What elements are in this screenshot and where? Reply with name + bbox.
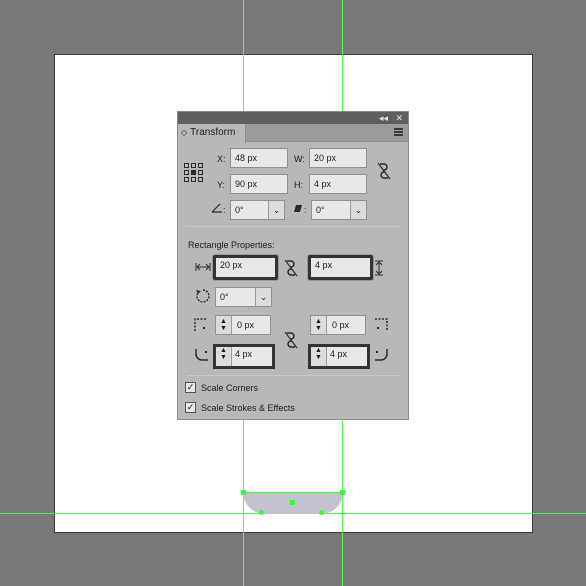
corner-top-left-field[interactable]: ▲ ▼ 0 px	[215, 315, 271, 335]
stepper-icon[interactable]: ▲ ▼	[216, 347, 232, 366]
transform-panel: ◂◂ ✕ ◇ Transform X: 48 px W: 20 px Y: 90 …	[177, 111, 409, 420]
x-field[interactable]: 48 px	[230, 148, 288, 168]
w-label: W:	[294, 154, 305, 164]
tab-label: Transform	[190, 127, 236, 138]
reference-point-icon[interactable]	[183, 162, 203, 182]
y-label: Y:	[217, 180, 226, 190]
panel-title-bar[interactable]: ◂◂ ✕	[178, 112, 408, 124]
rect-link-icon[interactable]	[284, 259, 298, 277]
separator	[186, 226, 400, 227]
shear-dropdown[interactable]: 0° ⌄	[311, 200, 367, 220]
angle-icon	[211, 203, 222, 213]
angle-value: 0°	[235, 205, 244, 215]
shear-value: 0°	[316, 205, 325, 215]
close-icon[interactable]: ✕	[395, 112, 403, 124]
rotate-icon	[196, 289, 210, 303]
panel-menu-icon[interactable]	[394, 128, 403, 136]
w-field[interactable]: 20 px	[309, 148, 367, 168]
corners-link-icon[interactable]	[284, 331, 298, 349]
rotate-value: 0°	[220, 292, 229, 302]
shear-icon	[294, 205, 302, 212]
rect-height-field[interactable]: 4 px	[308, 255, 373, 280]
scale-corners-label: Scale Corners	[201, 383, 259, 393]
separator	[186, 375, 400, 376]
chevron-down-icon[interactable]: ⌄	[268, 201, 284, 219]
corner-bottom-left-icon	[195, 349, 208, 361]
panel-tab-bar: ◇ Transform	[178, 124, 408, 143]
selection-edge	[243, 492, 343, 493]
center-point	[290, 500, 295, 505]
corner-bottom-left-field[interactable]: ▲ ▼ 4 px	[213, 344, 275, 369]
scale-strokes-checkbox[interactable]: ✓	[185, 402, 196, 413]
x-label: X:	[217, 154, 226, 164]
corner-top-left-icon	[194, 318, 207, 331]
corner-bottom-right-icon	[375, 349, 388, 361]
rotate-dropdown[interactable]: 0° ⌄	[215, 287, 272, 307]
anchor-top-right[interactable]	[340, 490, 345, 495]
scale-corners-checkbox[interactable]: ✓	[185, 382, 196, 393]
corner-bottom-right-field[interactable]: ▲ ▼ 4 px	[308, 344, 370, 369]
h-label: H:	[294, 180, 303, 190]
chevron-down-icon[interactable]: ⌄	[255, 288, 271, 306]
anchor-bottom-left[interactable]	[259, 510, 264, 515]
corner-top-left-value: 0 px	[237, 320, 255, 330]
anchor-bottom-right[interactable]	[319, 510, 324, 515]
constrain-link-icon[interactable]	[377, 162, 391, 180]
chevron-down-icon[interactable]: ⌄	[350, 201, 366, 219]
scale-strokes-label: Scale Strokes & Effects	[201, 403, 295, 413]
corner-top-right-icon	[375, 318, 388, 331]
corner-top-right-value: 0 px	[332, 320, 350, 330]
stepper-icon[interactable]: ▲ ▼	[216, 316, 232, 334]
corner-top-right-field[interactable]: ▲ ▼ 0 px	[310, 315, 366, 335]
y-field[interactable]: 90 px	[230, 174, 288, 194]
corner-bottom-left-value: 4 px	[235, 349, 253, 359]
stepper-icon[interactable]: ▲ ▼	[311, 347, 327, 366]
tab-arrows-icon: ◇	[181, 128, 188, 137]
rectangle-properties-label: Rectangle Properties:	[188, 240, 275, 250]
h-field[interactable]: 4 px	[309, 174, 367, 194]
corner-bottom-right-value: 4 px	[330, 349, 348, 359]
height-arrows-icon	[375, 260, 383, 276]
collapse-icon[interactable]: ◂◂	[379, 112, 388, 124]
tab-transform[interactable]: ◇ Transform	[178, 124, 246, 143]
rect-width-field[interactable]: 20 px	[213, 255, 278, 280]
angle-dropdown[interactable]: 0° ⌄	[230, 200, 285, 220]
shear-label: :	[304, 205, 307, 215]
stepper-icon[interactable]: ▲ ▼	[311, 316, 327, 334]
anchor-top-left[interactable]	[241, 490, 246, 495]
angle-label: :	[223, 205, 226, 215]
width-arrows-icon	[195, 263, 211, 271]
